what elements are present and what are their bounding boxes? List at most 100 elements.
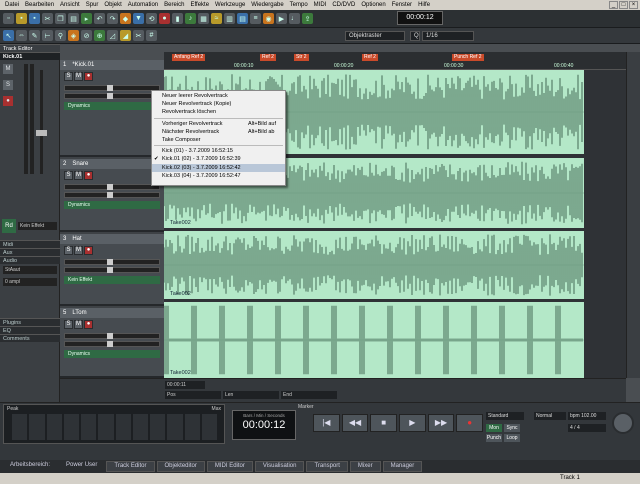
context-menu-item[interactable]: ✔ Kick.01 (02) - 3.7.2009 16:52:39	[152, 155, 285, 163]
context-menu-item[interactable]: Take Composer	[152, 136, 285, 144]
bottom-tab-visualisation[interactable]: Visualisation	[254, 461, 305, 472]
fx-slot[interactable]: Dynamics	[64, 102, 160, 110]
context-menu-item[interactable]: Kick.02 (03) - 3.7.2009 16:52:42	[152, 163, 285, 172]
context-menu-item[interactable]: Revolvertrack löschen	[152, 108, 285, 116]
meter-icon[interactable]: ▮	[172, 13, 183, 24]
record-icon[interactable]: ●	[159, 13, 170, 24]
mute-button[interactable]: M	[74, 246, 83, 255]
volume-value[interactable]: 0 ampl	[3, 278, 57, 286]
section-audio[interactable]: Audio	[0, 256, 60, 264]
volume-fader-handle[interactable]	[107, 259, 114, 265]
track-name[interactable]: *Kick.01	[72, 60, 94, 70]
video-icon[interactable]: ▶	[276, 13, 287, 24]
maximize-icon[interactable]: □	[619, 1, 628, 9]
mute-button[interactable]: M	[74, 72, 83, 81]
snap-dropdown[interactable]: Objektraster	[345, 31, 405, 41]
grid-icon[interactable]: ▦	[198, 13, 209, 24]
menu-bearbeiten[interactable]: Bearbeiten	[22, 2, 57, 8]
bottom-tab-midi-editor[interactable]: MIDI Editor	[206, 461, 253, 472]
export-icon[interactable]: ⇪	[302, 13, 313, 24]
pos-field[interactable]: Pos	[165, 391, 221, 399]
track-header[interactable]: 3 Hat S M ● Kein Effekt	[60, 234, 164, 306]
marker-icon[interactable]: ▼	[133, 13, 144, 24]
track-editor-solo-button[interactable]: S	[3, 80, 13, 90]
quant-dropdown[interactable]: 1/16	[422, 31, 474, 41]
menu-bereich[interactable]: Bereich	[161, 2, 187, 8]
scissors-icon[interactable]: ✂	[133, 30, 144, 41]
vertical-scrollbar[interactable]	[626, 52, 640, 378]
grid-toggle-icon[interactable]: #	[146, 30, 157, 41]
record-arm-button[interactable]: ●	[84, 72, 93, 81]
volume-fader-handle[interactable]	[107, 184, 114, 190]
volume-fader[interactable]	[64, 259, 160, 265]
fx-slot[interactable]: Kein Effekt	[64, 276, 160, 284]
glue-icon[interactable]: ⊕	[94, 30, 105, 41]
loop-button[interactable]: Loop	[504, 434, 520, 442]
menu-optionen[interactable]: Optionen	[358, 2, 388, 8]
bottom-tab-manager[interactable]: Manager	[382, 461, 423, 472]
record-arm-button[interactable]: ●	[84, 246, 93, 255]
context-menu-item[interactable]: Nächster Revolvertrack Alt+Bild ab	[152, 128, 285, 136]
master-knob[interactable]	[612, 412, 634, 434]
pan-fader-handle[interactable]	[107, 93, 114, 99]
bottom-tab-power-user[interactable]: Power User	[59, 461, 105, 472]
sync-button[interactable]: Sync	[504, 424, 520, 432]
split-tool-icon[interactable]: ⊢	[42, 30, 53, 41]
stop-button[interactable]: ■	[370, 414, 398, 432]
track-header[interactable]: 5 LTom S M ● Dynamics	[60, 308, 164, 378]
section-comments[interactable]: Comments	[0, 334, 60, 342]
track-editor-record-button[interactable]: ●	[3, 96, 13, 106]
pan-fader[interactable]	[64, 341, 160, 347]
menu-midi[interactable]: MIDI	[311, 2, 330, 8]
menu-automation[interactable]: Automation	[125, 2, 161, 8]
solo-button[interactable]: S	[64, 246, 73, 255]
pan-fader-handle[interactable]	[107, 192, 114, 198]
marker-flag[interactable]: Ref 2	[362, 54, 378, 61]
save-icon[interactable]: ▪	[29, 13, 40, 24]
eq-icon[interactable]: ≡	[250, 13, 261, 24]
normal-dropdown[interactable]: Normal	[534, 412, 566, 420]
record-button[interactable]: ●	[456, 414, 484, 432]
copy-icon[interactable]: ❐	[55, 13, 66, 24]
track-editor-mute-button[interactable]: M	[3, 64, 13, 74]
fade-icon[interactable]: ◿	[107, 30, 118, 41]
len-field[interactable]: Len	[223, 391, 279, 399]
menu-datei[interactable]: Datei	[2, 2, 22, 8]
new-icon[interactable]: ▫	[3, 13, 14, 24]
volume-fader[interactable]	[64, 333, 160, 339]
timeline-ruler[interactable]: Anfang Ref 2 Ref 2 Str 2 Ref 2 Punch Ref 2 00…	[164, 52, 626, 70]
mute-button[interactable]: M	[74, 320, 83, 329]
pan-fader[interactable]	[64, 192, 160, 198]
pan-fader[interactable]	[64, 93, 160, 99]
redo-icon[interactable]: ↷	[107, 13, 118, 24]
volume-fader[interactable]	[64, 85, 160, 91]
volume-fader-handle[interactable]	[107, 333, 114, 339]
menu-objekt[interactable]: Objekt	[101, 2, 124, 8]
volume-fader[interactable]	[64, 184, 160, 190]
range-tool-icon[interactable]: ⇔	[16, 30, 27, 41]
audio-clip[interactable]: Take002	[164, 302, 584, 378]
pan-fader-handle[interactable]	[107, 267, 114, 273]
minimize-icon[interactable]: _	[609, 1, 618, 9]
section-plugins[interactable]: Plugins	[0, 318, 60, 326]
menu-hilfe[interactable]: Hilfe	[415, 2, 433, 8]
tool-icon[interactable]: ◆	[120, 13, 131, 24]
audio-input-select[interactable]: StAaut	[3, 266, 57, 274]
solo-button[interactable]: S	[64, 320, 73, 329]
menu-ansicht[interactable]: Ansicht	[57, 2, 83, 8]
marker-flag[interactable]: Punch Ref 2	[452, 54, 484, 61]
midi-icon[interactable]: ▥	[224, 13, 235, 24]
undo-icon[interactable]: ↶	[94, 13, 105, 24]
section-eq[interactable]: EQ	[0, 326, 60, 334]
bottom-tab-transport[interactable]: Transport	[306, 461, 348, 472]
solo-button[interactable]: S	[64, 72, 73, 81]
mix-icon[interactable]: ▸	[81, 13, 92, 24]
track-editor-fader-handle[interactable]	[36, 130, 47, 136]
context-menu-item[interactable]: Neuer Revolvertrack (Kopie)	[152, 100, 285, 108]
audio-clip[interactable]: Take002	[164, 231, 584, 299]
fx-slot[interactable]: Dynamics	[64, 350, 160, 358]
track-header[interactable]: 2 Snare S M ● Dynamics	[60, 159, 164, 232]
track-name[interactable]: Hat	[72, 234, 81, 244]
fx-slot[interactable]: Dynamics	[64, 201, 160, 209]
menu-tempo[interactable]: Tempo	[287, 2, 311, 8]
